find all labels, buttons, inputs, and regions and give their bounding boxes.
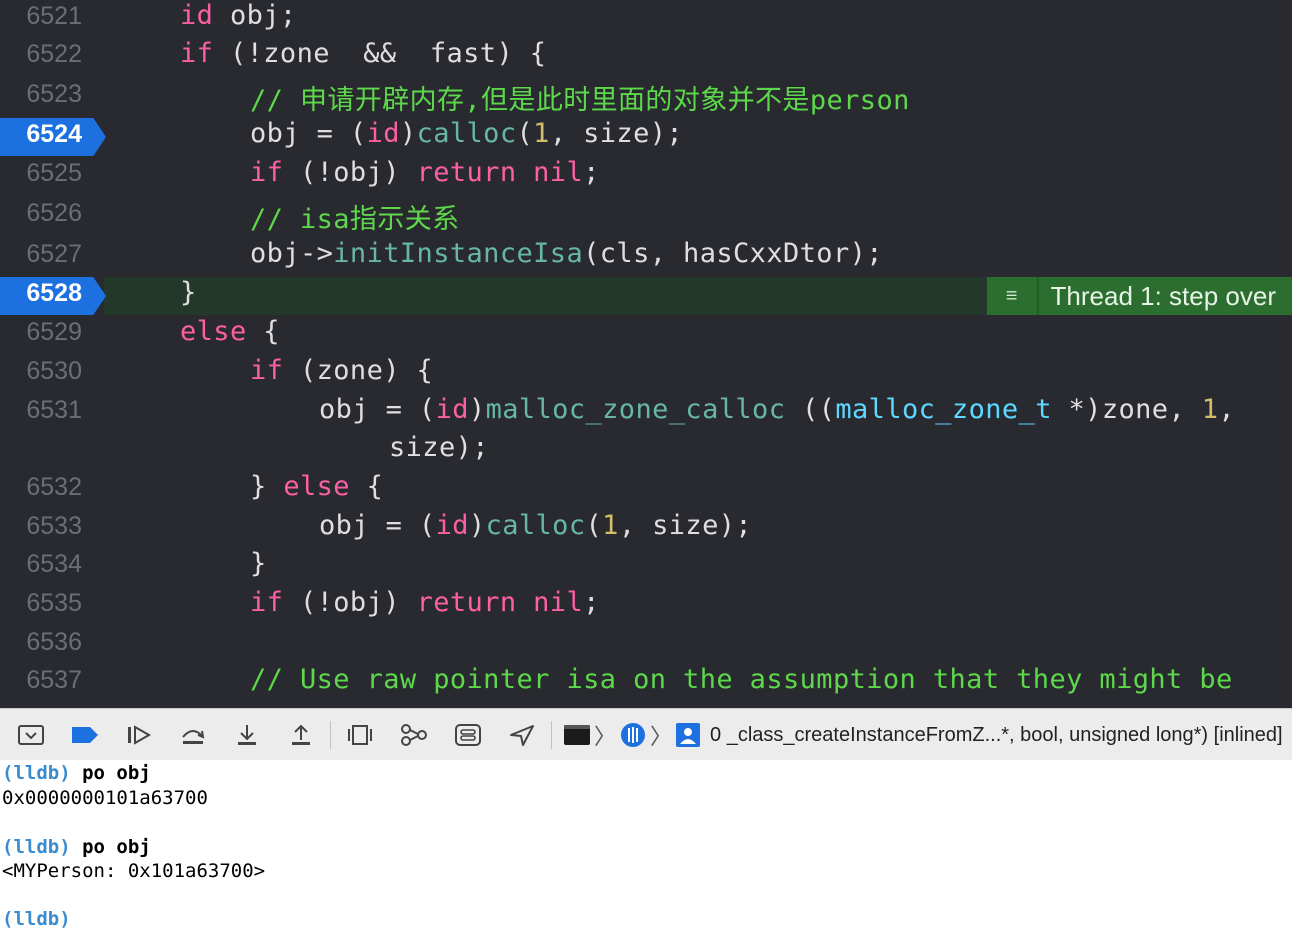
- line-number: 6533: [26, 512, 82, 540]
- toolbar-divider: [551, 721, 552, 749]
- code-line: 6526 // isa指示关系: [0, 197, 1292, 235]
- line-number: 6534: [26, 550, 82, 578]
- lldb-prompt: (lldb): [2, 762, 71, 784]
- console-line: (lldb) po obj: [2, 836, 151, 858]
- stack-frame-label[interactable]: 0 _class_createInstanceFromZ...*, bool, …: [710, 724, 1283, 747]
- breakpoints-toggle-button[interactable]: [62, 715, 108, 755]
- step-out-icon: [292, 724, 310, 745]
- line-number: 6526: [26, 199, 82, 227]
- code-text: }: [250, 548, 267, 579]
- code-line: 6527 obj->initInstanceIsa(cls, hasCxxDto…: [0, 238, 1292, 276]
- code-text: obj = (id)calloc(1, size);: [250, 118, 684, 149]
- line-number: 6523: [26, 80, 82, 108]
- console-output: <MYPerson: 0x101a63700>: [2, 860, 266, 882]
- code-text: obj = (id)malloc_zone_calloc ((malloc_zo…: [319, 394, 1236, 425]
- environment-overrides-button[interactable]: [445, 715, 491, 755]
- code-line: 6522 if (!zone && fast) {: [0, 38, 1292, 76]
- step-out-button[interactable]: [278, 715, 324, 755]
- thread-status-badge[interactable]: ≡ Thread 1: step over: [986, 277, 1292, 315]
- debug-toolbar: 〉 〉 0 _class_createInstanceFromZ...*, bo…: [0, 708, 1292, 762]
- user-frame-icon[interactable]: [676, 723, 701, 747]
- step-into-icon: [238, 725, 256, 745]
- lldb-prompt: (lldb): [2, 836, 71, 858]
- continue-button[interactable]: [116, 715, 162, 755]
- debug-view-hierarchy-button[interactable]: [337, 715, 383, 755]
- line-number: 6522: [26, 40, 82, 68]
- code-comment: // Use raw pointer isa on the assumption…: [250, 664, 1233, 695]
- breakpoint-icon: [72, 727, 98, 743]
- chevron-right-icon: 〉: [650, 724, 673, 749]
- line-number: 6536: [26, 628, 82, 656]
- line-number: 6531: [26, 396, 82, 424]
- thread-status-text: Thread 1: step over: [1050, 280, 1276, 311]
- console-command: po obj: [70, 762, 151, 784]
- console-line[interactable]: (lldb): [2, 908, 71, 930]
- code-text: if (!obj) return nil;: [250, 587, 600, 618]
- lldb-prompt: (lldb): [2, 908, 71, 930]
- line-number: 6535: [26, 589, 82, 617]
- line-number: 6524: [26, 120, 82, 148]
- terminal-app-icon[interactable]: [564, 724, 590, 746]
- code-text: obj = (id)calloc(1, size);: [319, 510, 753, 541]
- step-into-button[interactable]: [224, 715, 270, 755]
- code-editor[interactable]: 6521 id obj; 6522 if (!zone && fast) { 6…: [0, 0, 1292, 708]
- code-line: 6523 // 申请开辟内存,但是此时里面的对象并不是person: [0, 78, 1292, 116]
- line-number: 6528: [26, 279, 82, 307]
- hide-debug-area-button[interactable]: [8, 715, 54, 755]
- console-output: 0x0000000101a63700: [2, 787, 208, 809]
- memory-graph-icon: [401, 724, 427, 746]
- toolbar-divider: [330, 721, 331, 749]
- line-number: 6527: [26, 240, 82, 268]
- code-line: 6529 else {: [0, 316, 1292, 354]
- debug-memory-graph-button[interactable]: [391, 715, 437, 755]
- instruction-pointer-marker[interactable]: 6524: [0, 118, 106, 156]
- code-line: 6532 } else {: [0, 471, 1292, 509]
- step-over-icon: [182, 730, 205, 744]
- code-line-stopped: 6528 } ≡ Thread 1: step over: [0, 277, 1292, 315]
- code-comment: // 申请开辟内存,但是此时里面的对象并不是person: [250, 85, 910, 116]
- lldb-console[interactable]: (lldb) po obj 0x0000000101a63700 (lldb) …: [0, 760, 1292, 930]
- code-line: 6531 obj = (id)malloc_zone_calloc ((mall…: [0, 394, 1292, 470]
- code-line: 6534 }: [0, 548, 1292, 586]
- environment-overrides-icon: [455, 724, 481, 746]
- console-line: (lldb) po obj: [2, 762, 151, 784]
- code-line: 6525 if (!obj) return nil;: [0, 157, 1292, 195]
- code-line: 6533 obj = (id)calloc(1, size);: [0, 510, 1292, 548]
- code-line: 6530 if (zone) {: [0, 355, 1292, 393]
- code-line: 6535 if (!obj) return nil;: [0, 587, 1292, 625]
- code-line: 6521 id obj;: [0, 0, 1292, 38]
- code-text: if (!obj) return nil;: [250, 157, 600, 188]
- view-hierarchy-icon: [348, 725, 372, 745]
- hide-debug-area-icon: [18, 725, 44, 745]
- code-text: if (zone) {: [250, 355, 434, 386]
- continue-icon: [128, 725, 152, 745]
- code-line: 6537 // Use raw pointer isa on the assum…: [0, 664, 1292, 708]
- line-number: 6521: [26, 2, 82, 30]
- console-command: po obj: [70, 836, 151, 858]
- line-number: 6530: [26, 357, 82, 385]
- chevron-right-icon: 〉: [594, 724, 617, 749]
- code-comment: // isa指示关系: [250, 204, 460, 235]
- line-number: 6532: [26, 473, 82, 501]
- instruction-pointer-marker[interactable]: 6528: [0, 277, 106, 315]
- line-number: 6537: [26, 666, 82, 694]
- code-text-wrapped: size);: [389, 432, 489, 463]
- code-text: if (!zone && fast) {: [180, 38, 547, 69]
- code-text: obj->initInstanceIsa(cls, hasCxxDtor);: [250, 238, 883, 269]
- code-text: else {: [180, 316, 280, 347]
- line-number: 6525: [26, 159, 82, 187]
- line-number: 6529: [26, 318, 82, 346]
- breadcrumb: 〉 〉 0 _class_createInstanceFromZ...*, bo…: [564, 719, 1283, 751]
- thread-icon[interactable]: [620, 722, 646, 748]
- step-over-button[interactable]: [170, 715, 216, 755]
- code-text: }: [180, 277, 197, 308]
- menu-icon[interactable]: ≡: [987, 277, 1039, 315]
- code-line-current: 6524 obj = (id)calloc(1, size);: [0, 118, 1292, 156]
- code-text: } else {: [250, 471, 384, 502]
- location-arrow-icon: [510, 725, 534, 746]
- simulate-location-button[interactable]: [499, 715, 545, 755]
- code-text: id obj;: [180, 0, 297, 31]
- code-line: 6536: [0, 626, 1292, 664]
